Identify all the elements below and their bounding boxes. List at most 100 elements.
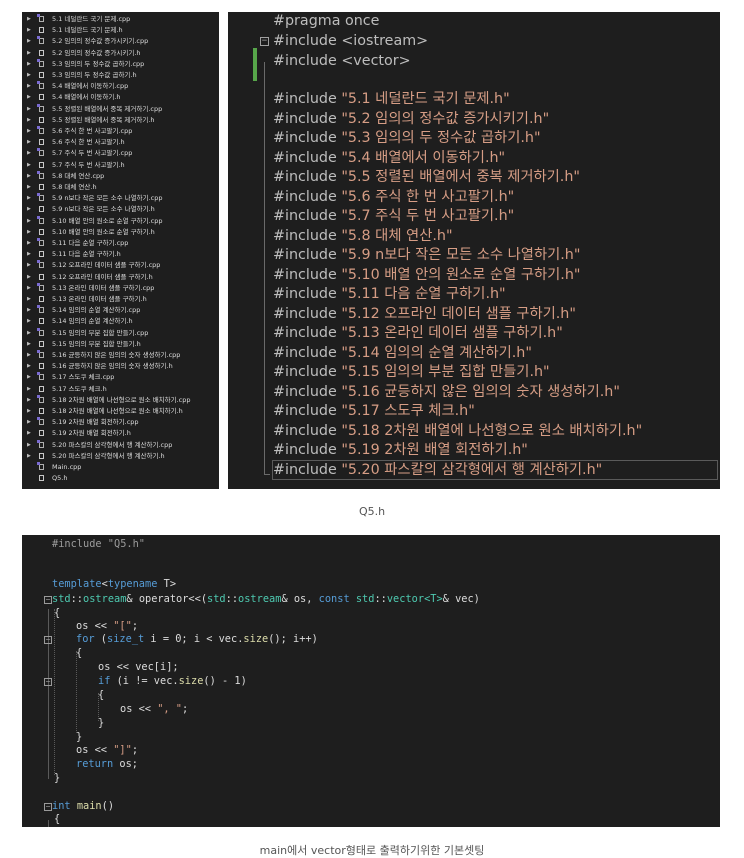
expand-arrow-icon[interactable]: ▶ (27, 115, 31, 126)
expand-arrow-icon[interactable]: ▶ (27, 137, 31, 148)
expand-arrow-icon[interactable]: ▶ (27, 249, 31, 260)
expand-arrow-icon[interactable]: ▶ (27, 451, 31, 462)
explorer-file-item[interactable]: ▶ 5.8 대체 연산.h (22, 182, 219, 193)
explorer-file-item[interactable]: ▶ 5.16 균등하지 않은 임의의 숫자 생성하기.cpp (22, 350, 219, 361)
expand-arrow-icon[interactable]: ▶ (27, 395, 31, 406)
explorer-file-item[interactable]: ▶ 5.18 2차원 배열에 나선형으로 원소 배치하기.h (22, 406, 219, 417)
explorer-file-item[interactable]: ▶ 5.15 임의의 부분 집합 만들기.h (22, 339, 219, 350)
expand-arrow-icon[interactable]: ▶ (27, 25, 31, 36)
explorer-file-item[interactable]: ▶ 5.1 네덜란드 국기 문제.h (22, 25, 219, 36)
expand-arrow-icon[interactable]: ▶ (27, 216, 31, 227)
expand-arrow-icon[interactable]: ▶ (27, 361, 31, 372)
explorer-file-item[interactable]: ▶ 5.6 주식 한 번 사고팔기.h (22, 137, 219, 148)
collapse-icon[interactable]: − (260, 37, 269, 46)
explorer-file-item[interactable]: ▶ 5.11 다음 순열 구하기.h (22, 249, 219, 260)
explorer-file-item[interactable]: Q5.h (22, 473, 219, 484)
explorer-file-item[interactable]: ▶ 5.19 2차원 배열 회전하기.h (22, 428, 219, 439)
explorer-file-item[interactable]: ▶ 5.7 주식 두 번 사고팔기.cpp (22, 148, 219, 159)
explorer-file-item[interactable]: ▶ 5.3 임의의 두 정수값 곱하기.h (22, 70, 219, 81)
explorer-file-item[interactable]: ▶ 5.13 온라인 데이터 샘플 구하기.cpp (22, 282, 219, 294)
expand-arrow-icon[interactable]: ▶ (27, 372, 31, 383)
explorer-file-item[interactable]: ▶ 5.15 임의의 부분 집합 만들기.cpp (22, 327, 219, 339)
expand-arrow-icon[interactable]: ▶ (27, 193, 31, 204)
expand-arrow-icon[interactable]: ▶ (27, 294, 31, 305)
explorer-file-item[interactable]: ▶ 5.17 스도쿠 체크.h (22, 384, 219, 395)
explorer-file-item[interactable]: ▶ 5.12 오프라인 데이터 샘플 구하기.cpp (22, 260, 219, 271)
expand-arrow-icon[interactable]: ▶ (27, 260, 31, 271)
explorer-file-item[interactable]: ▶ 5.19 2차원 배열 회전하기.cpp (22, 417, 219, 428)
explorer-file-item[interactable]: ▶ 5.9 n보다 작은 모든 소수 나열하기.h (22, 204, 219, 215)
expand-arrow-icon[interactable]: ▶ (27, 440, 31, 451)
code-line-include: #include "5.2 임의의 정수값 증가시키기.h" (273, 110, 549, 130)
explorer-file-item[interactable]: Main.cpp (22, 462, 219, 473)
collapse-icon[interactable]: − (44, 803, 52, 811)
expand-arrow-icon[interactable]: ▶ (27, 182, 31, 193)
explorer-file-label: 5.17 스도쿠 체크.h (52, 384, 107, 393)
expand-arrow-icon[interactable]: ▶ (27, 227, 31, 238)
code-line-pragma: #pragma once (273, 12, 379, 32)
expand-arrow-icon[interactable]: ▶ (27, 160, 31, 171)
expand-arrow-icon[interactable]: ▶ (27, 59, 31, 70)
code-line-include: #include "5.3 임의의 두 정수값 곱하기.h" (273, 129, 541, 149)
expand-arrow-icon[interactable]: ▶ (27, 272, 31, 283)
expand-arrow-icon[interactable]: ▶ (27, 171, 31, 182)
explorer-file-item[interactable]: ▶ 5.5 정렬된 배열에서 중복 제거하기.h (22, 115, 219, 126)
explorer-file-item[interactable]: ▶ 5.16 균등하지 않은 임의의 숫자 생성하기.h (22, 361, 219, 372)
expand-arrow-icon[interactable]: ▶ (27, 417, 31, 428)
explorer-file-item[interactable]: ▶ 5.13 온라인 데이터 샘플 구하기.h (22, 294, 219, 305)
expand-arrow-icon[interactable]: ▶ (27, 305, 31, 316)
header-file-icon (39, 161, 44, 168)
expand-arrow-icon[interactable]: ▶ (27, 428, 31, 439)
explorer-file-item[interactable]: ▶ 5.20 파스칼의 삼각형에서 행 계산하기.h (22, 451, 219, 462)
expand-arrow-icon[interactable]: ▶ (27, 14, 31, 25)
explorer-file-item[interactable]: ▶ 5.10 배열 안의 원소로 순열 구하기.h (22, 227, 219, 238)
expand-arrow-icon[interactable]: ▶ (27, 384, 31, 395)
collapse-icon[interactable]: − (44, 678, 52, 686)
collapse-icon[interactable]: − (44, 636, 52, 644)
expand-arrow-icon[interactable]: ▶ (27, 316, 31, 327)
code-editor-q5h[interactable]: #pragma once − #include <iostream> #incl… (228, 12, 720, 489)
explorer-file-item[interactable]: ▶ 5.4 배열에서 이동하기.cpp (22, 81, 219, 92)
cpp-file-icon (37, 36, 44, 45)
explorer-file-item[interactable]: ▶ 5.14 임의의 순열 계산하기.cpp (22, 305, 219, 316)
expand-arrow-icon[interactable]: ▶ (27, 48, 31, 59)
expand-arrow-icon[interactable]: ▶ (27, 406, 31, 417)
expand-arrow-icon[interactable]: ▶ (27, 339, 31, 350)
expand-arrow-icon[interactable]: ▶ (27, 70, 31, 81)
expand-arrow-icon[interactable]: ▶ (27, 126, 31, 137)
expand-arrow-icon[interactable]: ▶ (27, 81, 31, 92)
expand-arrow-icon[interactable]: ▶ (27, 204, 31, 215)
namespace-std: std (207, 593, 226, 605)
expand-arrow-icon[interactable]: ▶ (27, 238, 31, 249)
include-keyword: #include (273, 227, 342, 244)
collapse-icon[interactable]: − (44, 596, 52, 604)
explorer-file-item[interactable]: ▶ 5.14 임의의 순열 계산하기.h (22, 316, 219, 327)
explorer-file-item[interactable]: ▶ 5.12 오프라인 데이터 샘플 구하기.h (22, 272, 219, 283)
explorer-file-item[interactable]: ▶ 5.18 2차원 배열에 나선형으로 원소 배치하기.cpp (22, 394, 219, 406)
expand-arrow-icon[interactable]: ▶ (27, 36, 31, 47)
explorer-file-label: 5.13 온라인 데이터 샘플 구하기.cpp (52, 283, 155, 292)
explorer-file-item[interactable]: ▶ 5.5 정렬된 배열에서 중복 제거하기.cpp (22, 103, 219, 115)
explorer-file-item[interactable]: ▶ 5.17 스도쿠 체크.cpp (22, 372, 219, 383)
explorer-file-label: 5.6 주식 한 번 사고팔기.cpp (52, 127, 133, 135)
explorer-file-item[interactable]: ▶ 5.6 주식 한 번 사고팔기.cpp (22, 126, 219, 137)
explorer-file-item[interactable]: ▶ 5.1 네덜란드 국기 문제.cpp (22, 14, 219, 25)
explorer-file-item[interactable]: ▶ 5.11 다음 순열 구하기.cpp (22, 238, 219, 249)
expand-arrow-icon[interactable]: ▶ (27, 104, 31, 115)
explorer-file-item[interactable]: ▶ 5.2 임의의 정수값 증가시키기.h (22, 48, 219, 59)
explorer-file-item[interactable]: ▶ 5.10 배열 안의 원소로 순열 구하기.cpp (22, 215, 219, 227)
expand-arrow-icon[interactable]: ▶ (27, 328, 31, 339)
explorer-file-item[interactable]: ▶ 5.4 배열에서 이동하기.h (22, 92, 219, 103)
code-line-include: #include "5.5 정렬된 배열에서 중복 제거하기.h" (273, 168, 580, 188)
explorer-file-item[interactable]: ▶ 5.3 임의의 두 정수값 곱하기.cpp (22, 58, 219, 70)
explorer-file-item[interactable]: ▶ 5.8 대체 연산.cpp (22, 170, 219, 182)
explorer-file-item[interactable]: ▶ 5.2 임의의 정수값 증가시키기.cpp (22, 36, 219, 47)
expand-arrow-icon[interactable]: ▶ (27, 350, 31, 361)
code-editor-main[interactable]: #include "Q5.h" template<typename T> − s… (22, 535, 720, 827)
explorer-file-item[interactable]: ▶ 5.7 주식 두 번 사고팔기.h (22, 160, 219, 171)
expand-arrow-icon[interactable]: ▶ (27, 148, 31, 159)
expand-arrow-icon[interactable]: ▶ (27, 283, 31, 294)
expand-arrow-icon[interactable]: ▶ (27, 92, 31, 103)
explorer-file-item[interactable]: ▶ 5.20 파스칼의 삼각형에서 행 계산하기.cpp (22, 439, 219, 451)
explorer-file-item[interactable]: ▶ 5.9 n보다 작은 모든 소수 나열하기.cpp (22, 193, 219, 204)
